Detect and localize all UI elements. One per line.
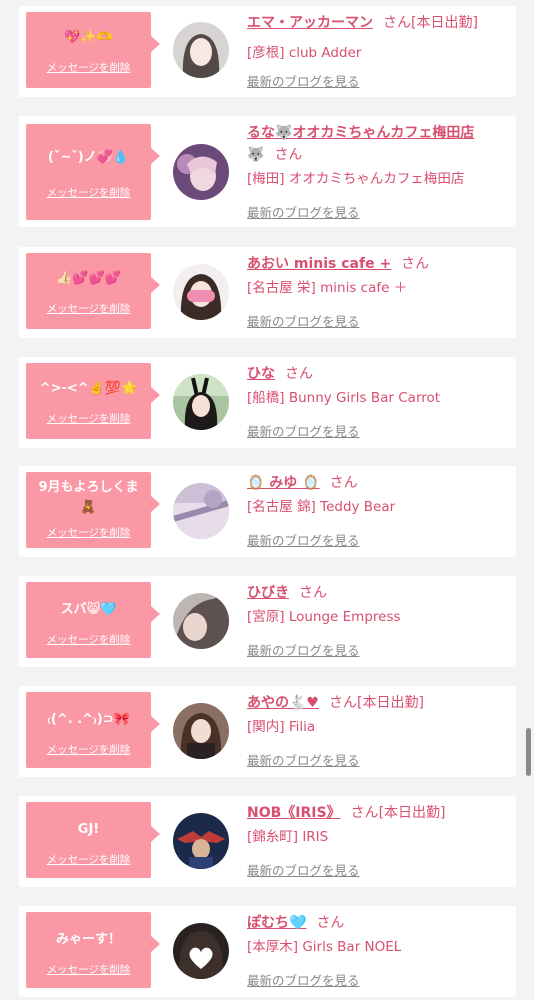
delete-message-link[interactable]: メッセージを削除 xyxy=(26,852,151,867)
honorific: さん xyxy=(401,256,430,272)
shop-name: [名古屋 栄] minis cafe ＋ xyxy=(247,280,408,296)
honorific: さん xyxy=(274,147,303,163)
latest-blog-link[interactable]: 最新のブログを見る xyxy=(247,311,360,330)
message-text: スバ😸🩵 xyxy=(60,602,117,617)
message-text-line-2: 🧸 xyxy=(80,500,97,515)
list-item: 💖✨🫶 メッセージを削除 エマ・アッカーマン さん[本日出勤] [彦根] club… xyxy=(19,6,516,97)
avatar[interactable] xyxy=(173,22,229,78)
delete-message-link[interactable]: メッセージを削除 xyxy=(26,525,151,540)
shop-name: [錦糸町] IRIS xyxy=(247,829,329,845)
message-bubble: (ˇ~ˇ)ノ💞💧 メッセージを削除 xyxy=(26,124,160,220)
message-bubble: みゃーす！ メッセージを削除 xyxy=(26,912,160,988)
honorific: さん xyxy=(299,585,327,601)
list-item: GJ! メッセージを削除 NOB《IRIS》 さん[本日出勤] [錦糸町] IRI… xyxy=(19,796,516,887)
list-item: (ˇ~ˇ)ノ💞💧 メッセージを削除 るな🐺オオカミちゃんカフェ梅田店 🐺 さん [梅… xyxy=(19,116,516,227)
name-emoji: 🐺 xyxy=(247,147,265,163)
delete-message-link[interactable]: メッセージを削除 xyxy=(26,632,151,647)
message-text: ^>-<^✌️💯🌟 xyxy=(39,381,138,396)
latest-blog-link[interactable]: 最新のブログを見る xyxy=(247,970,360,989)
latest-blog-link[interactable]: 最新のブログを見る xyxy=(247,421,360,440)
message-text: みゃーす！ xyxy=(55,932,121,947)
shop-name: [名古屋 錦] Teddy Bear xyxy=(247,499,396,515)
delete-message-link[interactable]: メッセージを削除 xyxy=(26,185,151,200)
shop-name: [関内] Filia xyxy=(247,719,316,735)
delete-message-link[interactable]: メッセージを削除 xyxy=(26,962,151,977)
latest-blog-link[interactable]: 最新のブログを見る xyxy=(247,640,360,659)
delete-message-link[interactable]: メッセージを削除 xyxy=(26,742,151,757)
avatar[interactable] xyxy=(173,264,229,320)
shop-name: [船橋] Bunny Girls Bar Carrot xyxy=(247,390,441,406)
delete-message-link[interactable]: メッセージを削除 xyxy=(26,60,151,75)
cast-name-link[interactable]: 🪞 みゆ 🪞 xyxy=(247,475,320,491)
delete-message-link[interactable]: メッセージを削除 xyxy=(26,301,151,316)
message-bubble: 💖✨🫶 メッセージを削除 xyxy=(26,12,160,88)
honorific: さん xyxy=(329,475,358,491)
shop-name: [彦根] club Adder xyxy=(247,45,362,61)
list-item: スバ😸🩵 メッセージを削除 ひびき さん [宮原] Lounge Empress … xyxy=(19,576,516,667)
cast-name-link[interactable]: るな🐺オオカミちゃんカフェ梅田店 xyxy=(247,125,474,141)
cast-name-link[interactable]: ひびき xyxy=(247,585,289,601)
list-item: ₍(^. .^₎)⊃🎀 メッセージを削除 あやの🐇♥ さん[本日出勤] [関内] … xyxy=(19,686,516,777)
message-bubble: ₍(^. .^₎)⊃🎀 メッセージを削除 xyxy=(26,692,160,768)
cast-name-link[interactable]: ぽむち🩵 xyxy=(247,915,306,931)
message-bubble: スバ😸🩵 メッセージを削除 xyxy=(26,582,160,658)
list-item: 👍🏻💕💕💕 メッセージを削除 あおい minis cafe + さん [名古屋 栄… xyxy=(19,247,516,338)
avatar[interactable] xyxy=(173,923,229,979)
list-item: 9月もよろしくま 🧸 メッセージを削除 🪞 みゆ 🪞 さん [名古屋 錦] Ted… xyxy=(19,466,516,557)
scrollbar[interactable] xyxy=(526,728,531,776)
avatar[interactable] xyxy=(173,144,229,200)
latest-blog-link[interactable]: 最新のブログを見る xyxy=(247,202,360,221)
honorific: さん xyxy=(285,366,313,382)
status-badge: [本日出勤] xyxy=(378,805,446,821)
cast-name-link[interactable]: エマ・アッカーマン xyxy=(247,15,373,31)
cast-name-link[interactable]: あおい minis cafe + xyxy=(247,256,391,272)
avatar[interactable] xyxy=(173,374,229,430)
honorific: さん xyxy=(328,695,357,711)
honorific: さん xyxy=(350,805,379,821)
message-text: 9月もよろしくま xyxy=(38,480,139,495)
latest-blog-link[interactable]: 最新のブログを見る xyxy=(247,71,360,90)
list-item: ^>-<^✌️💯🌟 メッセージを削除 ひな さん [船橋] Bunny Girls… xyxy=(19,357,516,448)
avatar[interactable] xyxy=(173,483,229,539)
shop-name: [梅田] オオカミちゃんカフェ梅田店 xyxy=(247,171,465,187)
latest-blog-link[interactable]: 最新のブログを見る xyxy=(247,530,360,549)
delete-message-link[interactable]: メッセージを削除 xyxy=(26,411,151,426)
message-text: (ˇ~ˇ)ノ💞💧 xyxy=(47,150,130,165)
message-bubble: 9月もよろしくま 🧸 メッセージを削除 xyxy=(26,472,160,548)
cast-name-link[interactable]: NOB《IRIS》 xyxy=(247,805,341,821)
avatar[interactable] xyxy=(173,593,229,649)
list-item: みゃーす！ メッセージを削除 ぽむち🩵 さん [本厚木] Girls Bar NO… xyxy=(19,906,516,997)
avatar[interactable] xyxy=(173,813,229,869)
cast-name-link[interactable]: ひな xyxy=(247,366,275,382)
honorific: さん xyxy=(383,15,411,31)
latest-blog-link[interactable]: 最新のブログを見る xyxy=(247,750,360,769)
honorific: さん xyxy=(316,915,345,931)
latest-blog-link[interactable]: 最新のブログを見る xyxy=(247,860,360,879)
shop-name: [宮原] Lounge Empress xyxy=(247,609,401,625)
shop-name: [本厚木] Girls Bar NOEL xyxy=(247,939,402,955)
status-badge: [本日出勤] xyxy=(411,15,478,31)
avatar[interactable] xyxy=(173,703,229,759)
cast-name-link[interactable]: あやの🐇♥ xyxy=(247,695,319,711)
status-badge: [本日出勤] xyxy=(356,695,424,711)
message-text: GJ! xyxy=(77,822,100,837)
message-bubble: GJ! メッセージを削除 xyxy=(26,802,160,878)
message-text: 💖✨🫶 xyxy=(64,30,113,45)
message-bubble: 👍🏻💕💕💕 メッセージを削除 xyxy=(26,253,160,329)
message-bubble: ^>-<^✌️💯🌟 メッセージを削除 xyxy=(26,363,160,439)
message-text: 👍🏻💕💕💕 xyxy=(56,271,121,286)
message-text: ₍(^. .^₎)⊃🎀 xyxy=(47,712,130,727)
